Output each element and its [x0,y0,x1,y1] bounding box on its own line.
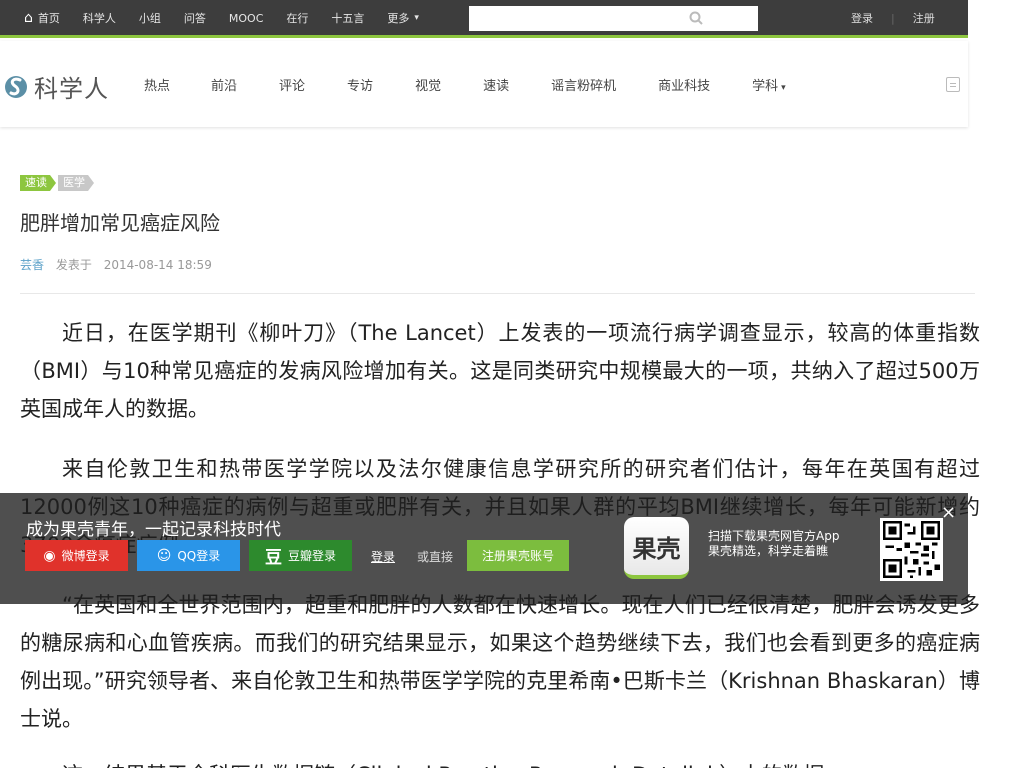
scan-download-text: 扫描下载果壳网官方App 果壳精选，科学走着瞧 [708,529,839,559]
nav-comment[interactable]: 评论 [279,75,305,94]
article-title: 肥胖增加常见癌症风险 [20,211,220,235]
auth-links: 登录 | 注册 [851,0,935,36]
main-nav: 热点 前沿 评论 专访 视觉 速读 谣言粉碎机 商业科技 学科 ▾ [144,75,786,94]
article-tags: 速读 医学 [20,175,96,191]
nav-subject-label: 学科 [752,79,779,94]
weibo-login-button[interactable]: ◉ 微博登录 [25,540,128,571]
logo-text: 科学人 [34,75,109,103]
douban-login-button[interactable]: 豆 豆瓣登录 [249,540,352,571]
or-direct-text: 或直接 [417,550,454,564]
douban-icon: 豆 [264,548,282,568]
qq-login-button[interactable]: ☺ QQ登录 [137,540,240,571]
top-nav-zaihang[interactable]: 在行 [286,10,308,26]
top-bar: ⌂ 首页 科学人 小组 问答 MOOC 在行 十五言 更多 ▾ 登录 | 注册 [0,0,968,38]
top-nav-more-label: 更多 [387,12,410,25]
home-icon: ⌂ [24,10,33,26]
published-label: 发表于 [55,258,92,272]
promo-slogan: 成为果壳青年，一起记录科技时代 [26,520,281,540]
login-promo-overlay: 成为果壳青年，一起记录科技时代 ◉ 微博登录 ☺ QQ登录 豆 豆瓣登录 登录 … [0,493,968,604]
meta-divider [20,293,975,294]
top-nav: ⌂ 首页 科学人 小组 问答 MOOC 在行 十五言 更多 ▾ [24,0,442,36]
article-meta: 芸香 发表于 2014-08-14 18:59 [20,256,212,273]
site-header: 科学人 热点 前沿 评论 专访 视觉 速读 谣言粉碎机 商业科技 学科 ▾ [0,41,968,127]
paragraph-text: “在英国和全世界范围内，超重和肥胖的人数都在快速增长。现在人们已经很清楚，肥胖会… [20,593,980,731]
top-nav-more[interactable]: 更多 ▾ [387,10,419,26]
search-input[interactable] [469,6,758,31]
paragraph-text: 近日，在医学期刊《柳叶刀》（The Lancet）上发表的一项流行病学调查显示，… [20,321,980,421]
site-logo[interactable]: 科学人 [4,69,109,104]
top-nav-ask[interactable]: 问答 [184,10,206,26]
article-paragraph: 近日，在医学期刊《柳叶刀》（The Lancet）上发表的一项流行病学调查显示，… [20,314,980,428]
nav-interview[interactable]: 专访 [347,75,373,94]
app-icon-label: 果壳 [632,534,681,563]
article-paragraph: 这一结果基于全科医生数据链（Clinical Practice Research… [20,756,980,768]
author-link[interactable]: 芸香 [20,258,44,272]
tag-medicine[interactable]: 医学 [58,175,94,191]
logo-icon [5,75,27,98]
article-paragraph: “在英国和全世界范围内，超重和肥胖的人数都在快速增长。现在人们已经很清楚，肥胖会… [20,586,980,738]
nav-visual[interactable]: 视觉 [415,75,441,94]
top-nav-science[interactable]: 科学人 [83,10,116,26]
scan-line-2: 果壳精选，科学走着瞧 [708,544,829,558]
top-nav-label: 首页 [37,12,60,25]
overlay-login-link[interactable]: 登录 [371,548,395,565]
nav-quickread[interactable]: 速读 [483,75,509,94]
nav-rumor-buster[interactable]: 谣言粉碎机 [551,75,616,94]
chevron-down-icon: ▾ [414,13,419,23]
weibo-login-label: 微博登录 [61,549,110,563]
qr-code [880,518,943,581]
search-icon[interactable] [689,11,703,25]
scan-line-1: 扫描下载果壳网官方App [708,529,840,543]
guokr-app-icon[interactable]: 果壳 [624,517,689,579]
qq-login-label: QQ登录 [177,549,221,563]
login-link[interactable]: 登录 [851,10,873,26]
paragraph-text: 这一结果基于全科医生数据链（Clinical Practice Research… [20,756,980,768]
auth-separator: | [891,11,895,25]
close-icon[interactable]: × [941,504,956,522]
tag-quickread[interactable]: 速读 [20,175,56,191]
document-icon[interactable] [946,77,960,92]
top-nav-group[interactable]: 小组 [139,10,161,26]
weibo-icon: ◉ [43,547,56,564]
qq-icon: ☺ [156,547,172,564]
register-account-button[interactable]: 注册果壳账号 [467,540,569,571]
top-nav-mooc[interactable]: MOOC [229,12,264,25]
nav-hot[interactable]: 热点 [144,75,170,94]
top-nav-home[interactable]: ⌂ 首页 [24,10,60,26]
register-link[interactable]: 注册 [913,10,935,26]
nav-subject[interactable]: 学科 ▾ [752,75,786,94]
top-nav-15yan[interactable]: 十五言 [331,10,364,26]
douban-login-label: 豆瓣登录 [287,549,336,563]
nav-frontier[interactable]: 前沿 [211,75,237,94]
chevron-down-icon: ▾ [781,83,786,93]
nav-business-tech[interactable]: 商业科技 [658,75,710,94]
publish-datetime: 2014-08-14 18:59 [103,258,212,272]
